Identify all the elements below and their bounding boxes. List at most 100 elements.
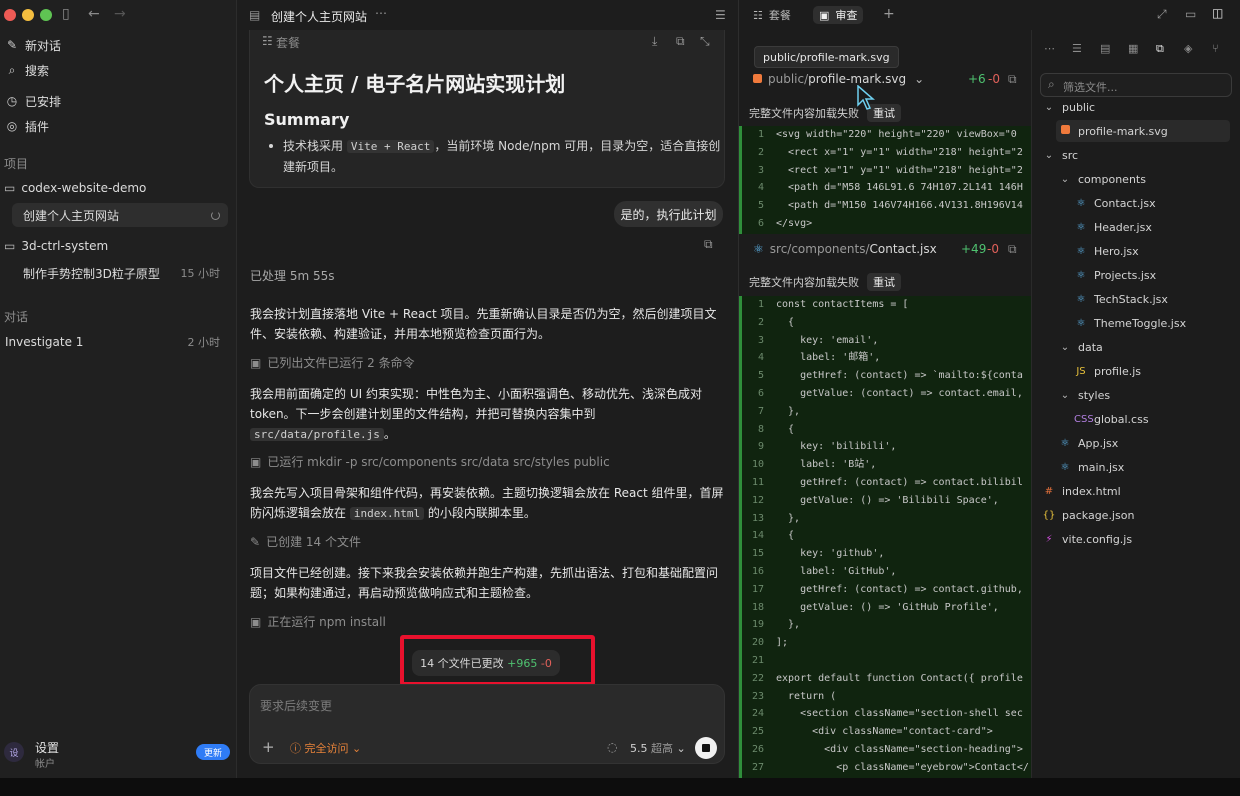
tree-file[interactable]: {} package.json [1040,504,1230,526]
tree-file[interactable]: JS profile.js [1072,360,1230,382]
line-number: 27 [751,761,764,773]
line-text: label: 'B站', [776,459,877,471]
sidebar-item-scheduled[interactable]: ◷ 已安排 [0,89,237,113]
line-text: <div className="section-heading"> [776,743,1023,755]
file-search-icon[interactable]: ▤ [1100,42,1110,55]
sidebar-item-new-chat[interactable]: ✎ 新对话 [0,33,237,57]
update-button[interactable]: 更新 [196,744,230,760]
file-path-tooltip: public/profile-mark.svg [754,46,899,68]
assistant-message: 我会用前面确定的 UI 约束实现：中性色为主、小面积强调色、移动优先、浅深色成对… [250,384,726,445]
copy-icon[interactable]: ⧉ [676,34,685,49]
file-header[interactable]: ⚛ src/components/Contact.jsx +49 -0 ⧉ [739,237,1031,261]
tree-file[interactable]: ⚛ Hero.jsx [1072,240,1230,262]
conversation-item[interactable]: Investigate 1 2 小时 [5,331,228,353]
tree-folder[interactable]: ⌄ data [1056,336,1230,358]
tool-run-summary[interactable]: ✎ 已创建 14 个文件 [250,533,361,550]
conversation-time: 2 小时 [187,336,221,349]
more-options-icon[interactable]: ⋯ [1044,42,1055,55]
app-window: ▯ ← → ✎ 新对话 ⌕ 搜索 ◷ 已安排 ◎ 插件 项目 ▭ codex-w… [0,0,1240,778]
sidebar-item-plugins[interactable]: ◎ 插件 [0,114,237,138]
sidebar-item-search[interactable]: ⌕ 搜索 [0,58,237,82]
tree-folder[interactable]: ⌄ styles [1056,384,1230,406]
file-filter-input[interactable]: ⌕ 筛选文件... [1040,73,1232,97]
sort-icon[interactable]: ☰ [1072,42,1082,55]
tree-file[interactable]: ⚡ vite.config.js [1040,528,1230,550]
tool-run-summary[interactable]: ▣ 已运行 mkdir -p src/components src/data s… [250,453,610,470]
open-external-icon[interactable]: ⧉ [1008,72,1017,87]
file-header[interactable]: public/profile-mark.svg ⌄ +6 -0 ⧉ [739,67,1031,91]
react-file-icon: ⚛ [1076,293,1086,305]
task-list-icon[interactable]: ☰ [715,8,726,22]
line-text: key: 'bilibili', [776,441,897,453]
split-view-icon[interactable]: ◫ [1212,6,1223,20]
more-options-icon[interactable]: ⋯ [375,6,387,20]
collapse-icon[interactable]: ⤡ [700,34,710,49]
close-window-button[interactable] [4,9,16,21]
tree-file[interactable]: ⚛ Header.jsx [1072,216,1230,238]
minimize-window-button[interactable] [22,9,34,21]
file-name: Contact.jsx [869,242,937,256]
branch-icon[interactable]: ⑂ [1212,42,1219,55]
forward-arrow-icon[interactable]: → [114,6,126,22]
line-text: key: 'email', [776,334,879,346]
retry-button[interactable]: 重试 [867,273,901,291]
layout-icon[interactable]: ▦ [1128,42,1138,55]
access-selector[interactable]: ⓘ 完全访问 ⌄ [290,740,361,756]
tree-file[interactable]: ⚛ Contact.jsx [1072,192,1230,214]
task-item-active[interactable]: 创建个人主页网站 [12,203,228,227]
tree-label: data [1078,340,1103,354]
project-3d-ctrl-system[interactable]: ▭ 3d-ctrl-system [4,239,108,253]
tree-folder[interactable]: ⌄ src [1040,144,1230,166]
back-arrow-icon[interactable]: ← [88,6,100,22]
project-codex-website-demo[interactable]: ▭ codex-website-demo [4,181,146,195]
line-text: ]; [776,637,789,649]
line-number: 3 [757,334,764,346]
tree-file[interactable]: ⚛ App.jsx [1056,432,1230,454]
tree-file[interactable]: # index.html [1040,480,1230,502]
line-text: <p className="eyebrow">Contact</ [776,761,1029,773]
tree-label: ThemeToggle.jsx [1094,316,1187,330]
task-item[interactable]: 制作手势控制3D粒子原型 15 小时 [12,262,228,284]
conversation-title: Investigate 1 [5,335,84,349]
commit-icon[interactable]: ◈ [1184,42,1192,55]
chat-panel: ▤ 创建个人主页网站 ⋯ ☰ ☷ 套餐 ⤓ ⧉ ⤡ 个人主页 / 电子名片网站实… [237,0,738,778]
expand-icon[interactable]: ⤢ [1157,7,1167,22]
summary-item: 技术栈采用 Vite + React ，当前环境 Node/npm 可用，目录为空… [283,136,723,177]
plus-icon[interactable]: + [262,738,275,756]
open-external-icon[interactable]: ⧉ [1008,242,1017,257]
stop-button[interactable] [695,737,717,759]
files-icon[interactable]: ⧉ [1156,42,1164,56]
tab-review[interactable]: ▣ 审查 [813,6,864,24]
tool-label: 正在运行 npm install [267,615,386,629]
model-selector[interactable]: 5.5 超高 ⌄ [630,740,686,756]
tree-file[interactable]: CSS global.css [1072,408,1230,430]
add-tab-icon[interactable]: + [883,6,895,22]
copy-icon[interactable]: ⧉ [704,237,713,252]
terminal-panel-icon[interactable]: ▭ [1185,7,1196,21]
tree-file[interactable]: profile-mark.svg [1056,120,1230,142]
composer-input[interactable]: 要求后续变更 [260,697,332,714]
lines-added: +49 [961,242,987,256]
tree-file[interactable]: ⚛ ThemeToggle.jsx [1072,312,1230,334]
composer[interactable]: 要求后续变更 + ⓘ 完全访问 ⌄ ◌ 5.5 超高 ⌄ [249,684,725,764]
tree-file[interactable]: ⚛ TechStack.jsx [1072,288,1230,310]
code-block-svg: 1 <svg width="220" height="220" viewBox="… [739,126,1031,234]
folder-chevron-icon: ⌄ [1044,149,1054,161]
tree-folder[interactable]: ⌄ public [1040,96,1230,118]
tool-run-summary[interactable]: ▣ 已列出文件已运行 2 条命令 [250,354,415,371]
code-line: 15 key: 'github', [742,545,1031,563]
maximize-window-button[interactable] [40,9,52,21]
download-icon[interactable]: ⤓ [652,34,657,49]
sidebar-footer[interactable]: 设 设置 帐户 更新 [0,730,237,778]
settings-label[interactable]: 设置 [35,739,59,756]
tree-file[interactable]: ⚛ Projects.jsx [1072,264,1230,286]
highlight-box [400,635,595,686]
tree-file[interactable]: ⚛ main.jsx [1056,456,1230,478]
tab-plan[interactable]: ☷ 套餐 [753,6,791,24]
sidebar-toggle-icon[interactable]: ▯ [62,6,70,22]
tree-folder[interactable]: ⌄ components [1056,168,1230,190]
line-text: return ( [776,690,837,702]
line-number: 5 [757,200,764,212]
tool-run-summary[interactable]: ▣ 正在运行 npm install [250,613,386,630]
avatar[interactable]: 设 [4,742,24,762]
